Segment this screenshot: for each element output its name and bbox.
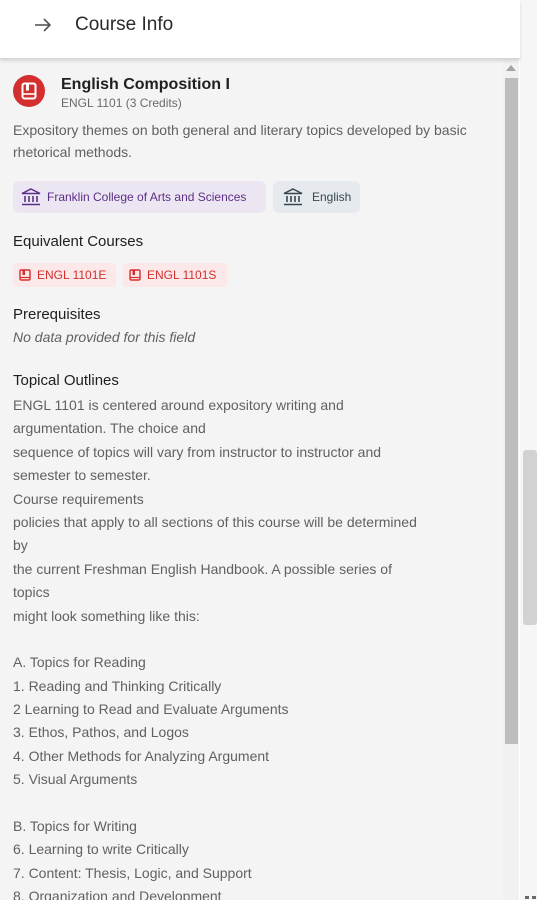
scroll-up-arrow-icon[interactable] <box>506 65 516 71</box>
outline-line <box>13 792 493 815</box>
outline-line: Course requirements <box>13 490 144 507</box>
book-icon <box>21 82 37 100</box>
outline-line: 7. Content: Thesis, Logic, and Support <box>13 864 252 881</box>
prerequisites-value: No data provided for this field <box>13 329 196 345</box>
outline-line: the current Freshman English Handbook. A… <box>13 560 392 577</box>
course-avatar <box>13 75 45 107</box>
outline-line: argumentation. The choice and <box>13 420 206 437</box>
college-label: Franklin College of Arts and Sciences <box>47 190 247 204</box>
topical-outlines-body: ENGL 1101 is centered around expository … <box>13 394 493 900</box>
institution-icon <box>283 188 303 206</box>
college-chip[interactable]: Franklin College of Arts and Sciences <box>13 181 266 213</box>
course-description: Expository themes on both general and li… <box>13 122 467 160</box>
back-button[interactable] <box>30 12 56 38</box>
outline-line: by <box>13 537 28 554</box>
prerequisites-heading: Prerequisites <box>13 306 101 323</box>
arrow-right-icon <box>35 18 52 32</box>
outline-line: sequence of topics will vary from instru… <box>13 443 382 460</box>
outline-line: 6. Learning to write Critically <box>13 841 189 858</box>
institution-icon <box>21 188 41 206</box>
equivalent-course-chip[interactable]: ENGL 1101E <box>13 263 116 287</box>
outline-line: 5. Visual Arguments <box>13 771 138 788</box>
outline-line: semester to semester. <box>13 467 151 484</box>
equivalent-course-label: ENGL 1101E <box>37 268 107 282</box>
department-chip[interactable]: English <box>273 181 360 213</box>
outline-line: B. Topics for Writing <box>13 818 137 835</box>
book-icon <box>129 269 141 281</box>
outline-line <box>13 628 493 651</box>
outline-line: A. Topics for Reading <box>13 654 146 671</box>
book-icon <box>19 269 31 281</box>
outline-line: 4. Other Methods for Analyzing Argument <box>13 747 270 764</box>
content-scrollbar[interactable] <box>503 59 519 900</box>
course-code: ENGL 1101 (3 Credits) <box>61 96 182 110</box>
page-dot <box>525 896 529 899</box>
topical-outlines-heading: Topical Outlines <box>13 372 119 389</box>
equivalent-course-chip[interactable]: ENGL 1101S <box>123 263 227 287</box>
outline-line: might look something like this: <box>13 607 200 624</box>
outline-line: topics <box>13 584 50 601</box>
page-title: Course Info <box>75 14 174 35</box>
outline-line: 3. Ethos, Pathos, and Logos <box>13 724 189 741</box>
department-label: English <box>312 190 352 204</box>
course-details-panel: English Composition I ENGL 1101 (3 Credi… <box>0 59 503 900</box>
course-info-header: Course Info <box>0 0 520 59</box>
equivalent-course-label: ENGL 1101S <box>147 268 217 282</box>
page-dot <box>532 896 536 899</box>
page-background <box>520 0 537 900</box>
outline-line: policies that apply to all sections of t… <box>13 513 417 530</box>
outline-line: 8. Organization and Development <box>13 888 222 900</box>
page-scrollbar-thumb[interactable] <box>523 450 537 625</box>
course-title: English Composition I <box>61 76 230 93</box>
outline-line: 1. Reading and Thinking Critically <box>13 677 222 694</box>
equivalent-courses-heading: Equivalent Courses <box>13 233 144 250</box>
outline-line: 2 Learning to Read and Evaluate Argument… <box>13 701 289 718</box>
content-scrollbar-thumb[interactable] <box>505 78 518 744</box>
outline-line: ENGL 1101 is centered around expository … <box>13 397 344 413</box>
